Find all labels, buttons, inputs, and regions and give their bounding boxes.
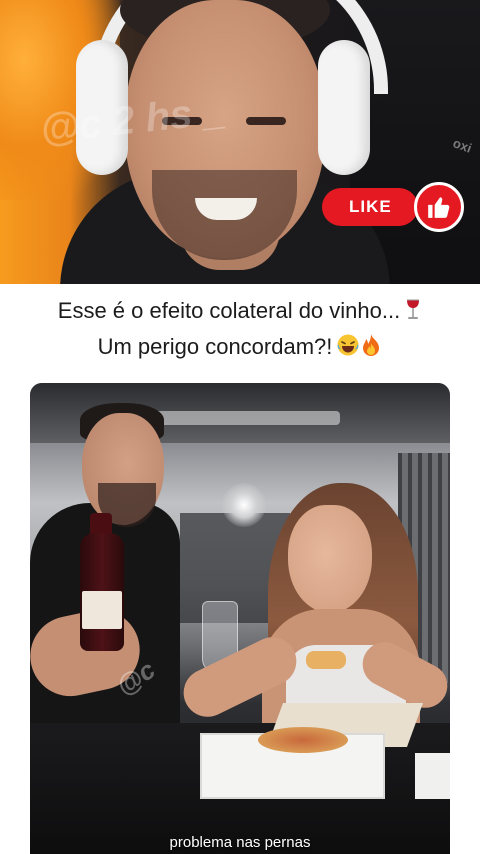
top-video[interactable]: oxi @c 2 hs _ LIKE — [0, 0, 480, 284]
wine-glass-icon — [404, 297, 422, 330]
laughing-tears-icon — [336, 333, 360, 366]
chair-logo: oxi — [451, 135, 474, 156]
post-caption: Esse é o efeito colateral do vinho... Um… — [0, 294, 480, 366]
pizza-box-side — [415, 753, 450, 799]
headphone-right-cup — [318, 40, 370, 175]
chandelier — [222, 483, 266, 527]
fire-icon — [360, 333, 382, 366]
wine-bottle-label — [82, 591, 122, 629]
like-button[interactable]: LIKE — [322, 188, 418, 226]
bottom-video[interactable]: @c problema nas pernas — [30, 383, 450, 854]
thumbs-up-icon[interactable] — [414, 182, 464, 232]
pizza-slice — [306, 651, 346, 669]
ceiling-light — [140, 411, 340, 425]
right-eye — [246, 117, 286, 125]
caption-line-1: Esse é o efeito colateral do vinho... — [57, 298, 401, 323]
like-button-label: LIKE — [349, 197, 392, 216]
pizza — [258, 727, 348, 753]
video-subtitle: problema nas pernas — [169, 834, 311, 851]
woman-face — [288, 505, 372, 613]
caption-line-2: Um perigo concordam?! — [97, 334, 333, 359]
